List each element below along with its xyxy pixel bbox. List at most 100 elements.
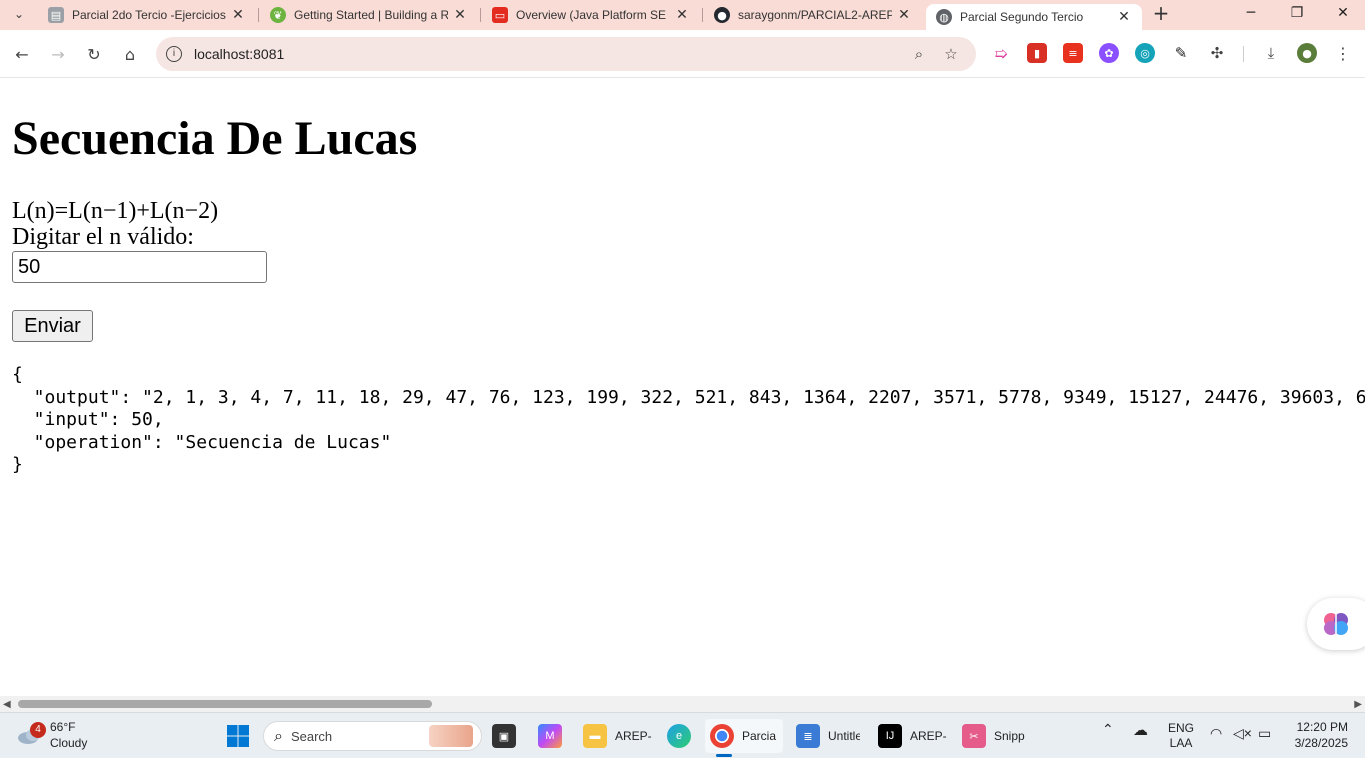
bookmark-star-icon[interactable]: ☆: [942, 45, 960, 63]
eyedropper-icon[interactable]: ✎: [1171, 43, 1191, 63]
tab-parcial-2do-tercio[interactable]: ▤ Parcial 2do Tercio -Ejercicios ✕: [38, 0, 256, 30]
taskbar-snipping-tool[interactable]: ✂ Snipp: [962, 719, 1032, 753]
language-line1: ENG: [1168, 721, 1195, 735]
download-icon[interactable]: ⤓: [1261, 43, 1281, 63]
n-input[interactable]: [12, 251, 267, 283]
profile-avatar[interactable]: ●: [1297, 43, 1317, 63]
taskbar-explorer[interactable]: ▬ AREP-: [583, 719, 653, 753]
task-view-icon: ▣: [492, 724, 516, 748]
extension-arrow-icon[interactable]: ➯: [991, 43, 1011, 63]
taskbar-search[interactable]: ⌕ Search: [263, 721, 482, 751]
tab-separator: [702, 8, 703, 22]
new-tab-button[interactable]: +: [1148, 2, 1174, 24]
tab-title: Getting Started | Building a R: [294, 8, 448, 22]
taskbar-notepad[interactable]: ≣ Untitle: [796, 719, 860, 753]
windows-logo-icon: [227, 725, 249, 747]
json-input-line: "input": 50,: [12, 409, 164, 430]
taskbar-chrome[interactable]: Parcia: [705, 719, 783, 753]
tab-title: Overview (Java Platform SE 8: [516, 8, 670, 22]
scrollbar-thumb[interactable]: [18, 700, 432, 708]
scroll-left-arrow-icon[interactable]: ◀: [3, 699, 11, 710]
m365-icon: M: [538, 724, 562, 748]
reload-icon[interactable]: ↻: [82, 42, 106, 66]
input-prompt: Digitar el n válido:: [12, 224, 194, 250]
extension-brain-icon[interactable]: ✿: [1099, 43, 1119, 63]
tab-github-repo[interactable]: ● saraygonm/PARCIAL2-AREP ✕: [704, 0, 922, 30]
tab-parcial-segundo-tercio[interactable]: ◍ Parcial Segundo Tercio ✕: [926, 4, 1142, 30]
json-output-line: "output": "2, 1, 3, 4, 7, 11, 18, 29, 47…: [33, 386, 1365, 408]
system-clock[interactable]: 12:20 PM 3/28/2025: [1290, 719, 1348, 751]
taskbar-label: AREP-: [615, 729, 652, 743]
zoom-icon[interactable]: ⌕: [910, 45, 928, 63]
tab-strip: ⌄ ▤ Parcial 2do Tercio -Ejercicios ✕ ❦ G…: [0, 0, 1365, 30]
horizontal-scrollbar[interactable]: ◀ ▶: [0, 696, 1365, 712]
formula-text: L(n)=L(n−1)+L(n−2): [12, 198, 219, 224]
taskbar-label: Parcia: [742, 729, 777, 743]
address-url[interactable]: localhost:8081: [194, 46, 284, 62]
clock-time: 12:20 PM: [1296, 720, 1348, 734]
extension-bookmark-icon[interactable]: ▮: [1027, 43, 1047, 63]
tab-getting-started[interactable]: ❦ Getting Started | Building a R ✕: [260, 0, 478, 30]
chrome-active-indicator: [716, 754, 732, 757]
battery-icon[interactable]: ▭: [1258, 725, 1271, 742]
tab-search-chevron-icon[interactable]: ⌄: [6, 3, 32, 25]
site-info-icon[interactable]: i: [166, 46, 182, 62]
back-arrow-icon[interactable]: ←: [10, 42, 34, 66]
tab-title: saraygonm/PARCIAL2-AREP: [738, 8, 892, 22]
extensions-puzzle-icon[interactable]: ✣: [1207, 43, 1227, 63]
language-indicator[interactable]: ENG LAA: [1168, 721, 1194, 751]
close-tab-icon[interactable]: ✕: [1116, 9, 1132, 25]
weather-condition: Cloudy: [50, 736, 88, 750]
minimize-icon[interactable]: ─: [1228, 0, 1274, 26]
toolbar-divider: [1243, 46, 1244, 62]
taskbar-task-view[interactable]: ▣: [492, 719, 516, 753]
document-icon: ▤: [48, 7, 64, 23]
json-operation-line: "operation": "Secuencia de Lucas": [12, 431, 392, 453]
spring-leaf-icon: ❦: [270, 7, 286, 23]
close-window-icon[interactable]: ✕: [1320, 0, 1365, 26]
tab-separator: [258, 8, 259, 22]
page-title: Secuencia De Lucas: [12, 112, 418, 165]
menu-kebab-icon[interactable]: ⋮: [1333, 43, 1353, 63]
start-button[interactable]: [226, 719, 250, 753]
forward-arrow-icon[interactable]: →: [46, 42, 70, 66]
tab-separator: [480, 8, 481, 22]
tab-title: Parcial Segundo Tercio: [960, 10, 1084, 24]
send-button[interactable]: Enviar: [12, 310, 93, 342]
weather-temp: 66°F: [50, 720, 76, 734]
volume-muted-icon[interactable]: ◁×: [1233, 725, 1252, 742]
oracle-icon: ▭: [492, 7, 508, 23]
scroll-right-arrow-icon[interactable]: ▶: [1354, 699, 1362, 710]
tray-overflow-chevron-icon[interactable]: ⌃: [1102, 721, 1114, 738]
taskbar-m365[interactable]: M: [538, 719, 562, 753]
close-tab-icon[interactable]: ✕: [896, 7, 912, 23]
restore-icon[interactable]: ❐: [1274, 0, 1320, 26]
home-icon[interactable]: ⌂: [118, 42, 142, 66]
json-open-brace: {: [12, 364, 23, 385]
wifi-icon[interactable]: ◠: [1210, 725, 1222, 742]
windows-taskbar: 4 66°F Cloudy ⌕ Search ▣ M ▬ AREP- e Par…: [0, 712, 1365, 758]
taskbar-intellij[interactable]: IJ AREP-: [878, 719, 948, 753]
globe-icon: ◍: [936, 9, 952, 25]
taskbar-edge[interactable]: e: [667, 719, 691, 753]
chrome-icon: [710, 724, 734, 748]
onedrive-offline-icon[interactable]: ☁: [1133, 721, 1148, 739]
extension-chat-icon[interactable]: ◎: [1135, 43, 1155, 63]
tab-java-overview[interactable]: ▭ Overview (Java Platform SE 8 ✕: [482, 0, 700, 30]
address-bar[interactable]: i localhost:8081 ⌕ ☆: [156, 37, 976, 71]
weather-widget[interactable]: 4 66°F Cloudy: [16, 719, 87, 751]
search-highlight-image: [429, 725, 473, 747]
search-placeholder: Search: [290, 728, 333, 744]
page-content: Secuencia De Lucas L(n)=L(n−1)+L(n−2) Di…: [0, 78, 1365, 696]
brain-icon: [1324, 613, 1348, 635]
clock-date: 3/28/2025: [1294, 736, 1348, 750]
close-tab-icon[interactable]: ✕: [452, 7, 468, 23]
extension-todoist-icon[interactable]: ≡: [1063, 43, 1083, 63]
floating-ai-assistant[interactable]: [1307, 598, 1365, 650]
close-tab-icon[interactable]: ✕: [674, 7, 690, 23]
taskbar-label: Snipp: [994, 729, 1025, 743]
taskbar-label: AREP-: [910, 729, 947, 743]
json-close-brace: }: [12, 454, 23, 475]
taskbar-label: Untitle: [828, 729, 860, 743]
close-tab-icon[interactable]: ✕: [230, 7, 246, 23]
